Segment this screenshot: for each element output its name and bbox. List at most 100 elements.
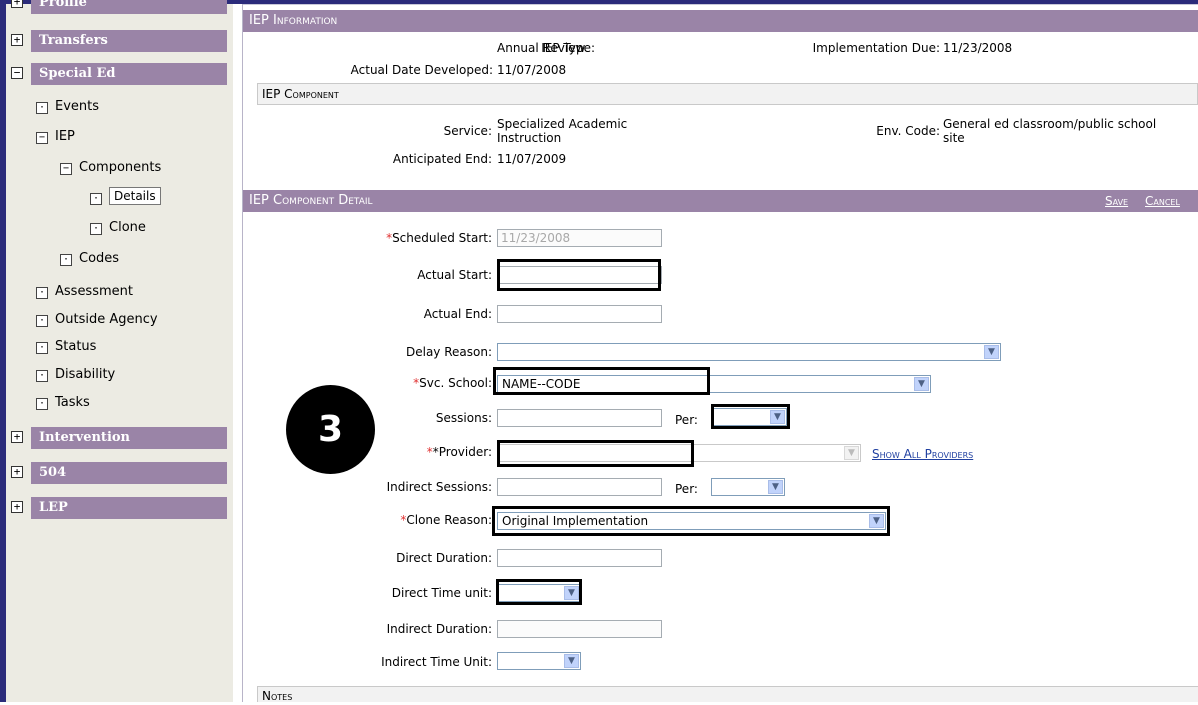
provider-select[interactable]: ▼ bbox=[497, 444, 861, 462]
direct-duration-label: Direct Duration: bbox=[396, 551, 492, 565]
svc-school-label-text: Svc. School: bbox=[419, 376, 492, 390]
delay-reason-label: Delay Reason: bbox=[405, 345, 492, 359]
per-label: Per: bbox=[675, 413, 698, 427]
direct-time-unit-select[interactable]: ▼ bbox=[497, 584, 581, 602]
implementation-due-label: Implementation Due: bbox=[812, 41, 940, 55]
tree-item-label[interactable]: Status bbox=[55, 337, 96, 357]
direct-time-unit-label: Direct Time unit: bbox=[391, 586, 492, 600]
env-code-value-line-2: site bbox=[943, 131, 965, 145]
save-link[interactable]: Save bbox=[1105, 190, 1128, 212]
scheduled-start-label: *Scheduled Start: bbox=[386, 231, 492, 245]
leaf-icon: · bbox=[90, 223, 102, 235]
leaf-icon: · bbox=[36, 370, 48, 382]
expand-icon[interactable]: + bbox=[11, 501, 23, 513]
indirect-duration-label: Indirect Duration: bbox=[386, 622, 492, 636]
implementation-due-value: 11/23/2008 bbox=[943, 41, 1013, 55]
tree-item-label[interactable]: Clone bbox=[109, 218, 146, 238]
expand-icon[interactable]: + bbox=[11, 0, 23, 8]
tree-item-label[interactable]: Codes bbox=[79, 249, 119, 269]
per-select[interactable]: ▼ bbox=[713, 408, 787, 426]
leaf-icon: · bbox=[36, 102, 48, 114]
env-code-label: Env. Code: bbox=[876, 124, 940, 138]
tree-item-label[interactable]: Events bbox=[55, 97, 99, 117]
sidebar-section-label[interactable]: Profile bbox=[31, 0, 227, 14]
leaf-icon: · bbox=[36, 342, 48, 354]
sessions-label: Sessions: bbox=[435, 411, 492, 425]
tree-item-label[interactable]: IEP bbox=[55, 127, 75, 147]
svc-school-label: *Svc. School: bbox=[413, 376, 492, 390]
sidebar-section-label[interactable]: Special Ed bbox=[31, 63, 227, 85]
indirect-time-unit-select[interactable]: ▼ bbox=[497, 652, 581, 670]
delay-reason-select[interactable]: ▼ bbox=[497, 343, 1001, 361]
dropdown-arrow-icon: ▼ bbox=[844, 446, 859, 460]
clone-reason-label: *Clone Reason: bbox=[400, 513, 492, 527]
anticipated-end-value: 11/07/2009 bbox=[497, 152, 567, 166]
sidebar-section-label[interactable]: LEP bbox=[31, 497, 227, 519]
date-developed-value: 11/07/2008 bbox=[497, 63, 567, 77]
iep-information-header: IEP Information bbox=[243, 10, 1198, 32]
expand-icon[interactable]: + bbox=[11, 466, 23, 478]
leaf-icon: · bbox=[90, 193, 102, 205]
provider-label-text: *Provider: bbox=[432, 445, 492, 459]
iep-component-header: IEP Component bbox=[257, 83, 1198, 105]
tree-item-label[interactable]: Tasks bbox=[55, 393, 90, 413]
tree-item-label-selected[interactable]: Details bbox=[109, 187, 161, 205]
sidebar-section-label[interactable]: 504 bbox=[31, 462, 227, 484]
dropdown-arrow-icon[interactable]: ▼ bbox=[564, 586, 579, 600]
env-code-value: General ed classroom/public school site bbox=[943, 117, 1156, 145]
dropdown-arrow-icon[interactable]: ▼ bbox=[984, 345, 999, 359]
indirect-duration-input[interactable] bbox=[497, 620, 662, 638]
clone-reason-label-text: Clone Reason: bbox=[406, 513, 492, 527]
scheduled-start-label-text: Scheduled Start: bbox=[392, 231, 492, 245]
tree-item-label[interactable]: Outside Agency bbox=[55, 310, 158, 330]
dropdown-arrow-icon[interactable]: ▼ bbox=[564, 654, 579, 668]
dropdown-arrow-icon[interactable]: ▼ bbox=[768, 480, 783, 494]
cancel-link[interactable]: Cancel bbox=[1145, 190, 1180, 212]
actual-end-input[interactable] bbox=[497, 305, 662, 323]
direct-duration-input[interactable] bbox=[497, 549, 662, 567]
sidebar-divider bbox=[242, 4, 243, 702]
show-all-providers-link[interactable]: Show All Providers bbox=[872, 447, 973, 461]
expand-icon[interactable]: + bbox=[11, 431, 23, 443]
env-code-value-line-1: General ed classroom/public school bbox=[943, 117, 1157, 131]
sidebar-section-label[interactable]: Transfers bbox=[31, 30, 227, 52]
service-value: Specialized Academic Instruction bbox=[497, 117, 627, 145]
dropdown-arrow-icon[interactable]: ▼ bbox=[869, 514, 884, 528]
clone-reason-select[interactable]: Original Implementation ▼ bbox=[497, 512, 886, 530]
collapse-icon[interactable]: − bbox=[36, 132, 48, 144]
dropdown-arrow-icon[interactable]: ▼ bbox=[914, 377, 929, 391]
service-value-line-2: Instruction bbox=[497, 131, 562, 145]
svc-school-value: NAME--CODE bbox=[502, 377, 581, 391]
actual-start-input[interactable] bbox=[497, 266, 662, 284]
date-developed-label: Actual Date Developed: bbox=[350, 63, 493, 77]
sidebar-section-label[interactable]: Intervention bbox=[31, 427, 227, 449]
indirect-sessions-label: Indirect Sessions: bbox=[386, 480, 492, 494]
actual-end-label: Actual End: bbox=[423, 307, 492, 321]
service-value-line-1: Specialized Academic bbox=[497, 117, 628, 131]
leaf-icon: · bbox=[60, 254, 72, 266]
leaf-icon: · bbox=[36, 398, 48, 410]
indirect-per-select[interactable]: ▼ bbox=[711, 478, 785, 496]
collapse-icon[interactable]: − bbox=[11, 67, 23, 79]
step-number-badge: 3 bbox=[286, 385, 375, 474]
expand-icon[interactable]: + bbox=[11, 34, 23, 46]
dropdown-arrow-icon[interactable]: ▼ bbox=[770, 410, 785, 424]
scheduled-start-input[interactable]: 11/23/2008 bbox=[497, 229, 662, 247]
svc-school-select[interactable]: NAME--CODE ▼ bbox=[497, 375, 931, 393]
per-label: Per: bbox=[675, 482, 698, 496]
tree-item-label[interactable]: Components bbox=[79, 158, 161, 178]
leaf-icon: · bbox=[36, 287, 48, 299]
sessions-input[interactable] bbox=[497, 409, 662, 427]
provider-label: **Provider: bbox=[427, 445, 492, 459]
collapse-icon[interactable]: − bbox=[60, 163, 72, 175]
component-detail-header: IEP Component Detail Save Cancel bbox=[243, 190, 1198, 212]
indirect-time-unit-label: Indirect Time Unit: bbox=[381, 655, 492, 669]
indirect-sessions-input[interactable] bbox=[497, 478, 662, 496]
actual-start-label: Actual Start: bbox=[417, 268, 492, 282]
component-detail-title: IEP Component Detail bbox=[249, 193, 373, 208]
tree-item-label[interactable]: Assessment bbox=[55, 282, 133, 302]
anticipated-end-label: Anticipated End: bbox=[392, 152, 492, 166]
clone-reason-value: Original Implementation bbox=[502, 514, 649, 528]
tree-item-label[interactable]: Disability bbox=[55, 365, 115, 385]
leaf-icon: · bbox=[36, 315, 48, 327]
